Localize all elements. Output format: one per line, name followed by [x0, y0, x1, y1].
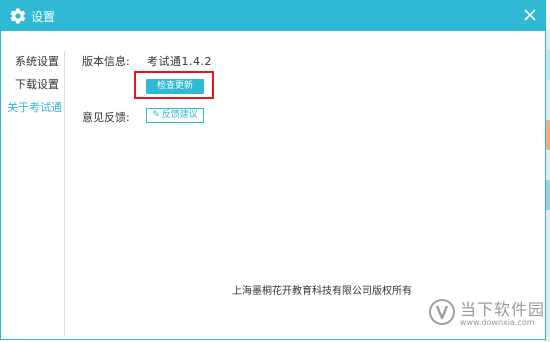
- watermark-name: 当下软件园: [460, 300, 546, 319]
- sidebar-item-about[interactable]: 关于考试通: [7, 99, 63, 117]
- watermark-url: www.downxia.com: [460, 318, 535, 327]
- downxia-logo-icon: [429, 299, 455, 325]
- close-icon[interactable]: [521, 6, 539, 24]
- gear-icon: [10, 8, 26, 24]
- version-label: 版本信息:: [82, 55, 130, 68]
- sidebar-item-download-settings[interactable]: 下载设置: [7, 76, 63, 94]
- watermark: 当下软件园 www.downxia.com: [428, 294, 544, 338]
- version-value: 考试通1.4.2: [147, 55, 212, 68]
- check-update-button[interactable]: 检查更新: [146, 79, 204, 94]
- feedback-button[interactable]: ✎ 反馈建议: [146, 108, 204, 123]
- settings-sidebar: 系统设置 下载设置 关于考试通: [1, 31, 65, 341]
- copyright-text: 上海墨桐花开教育科技有限公司版权所有: [232, 286, 412, 297]
- window-title: 设置: [31, 10, 56, 24]
- settings-window: 设置 系统设置 下载设置 关于考试通 版本信息: 考试通1.4.2 检查更新 意…: [0, 0, 546, 340]
- sidebar-divider: [64, 51, 65, 336]
- feedback-button-label: 反馈建议: [161, 110, 198, 120]
- title-bar: 设置: [1, 1, 545, 31]
- feedback-label: 意见反馈:: [82, 111, 130, 124]
- sidebar-item-system-settings[interactable]: 系统设置: [7, 53, 63, 71]
- pencil-icon: ✎: [152, 110, 160, 120]
